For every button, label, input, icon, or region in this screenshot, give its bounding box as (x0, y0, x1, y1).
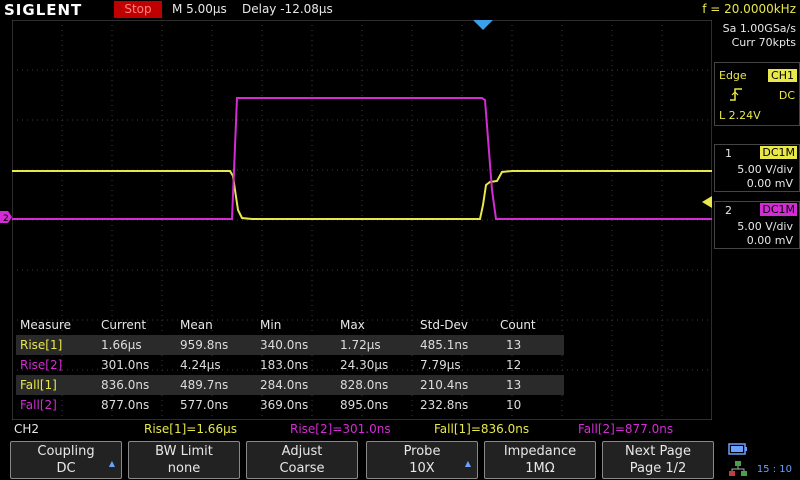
measure-stddev: 232.8ns (420, 398, 469, 412)
measure-max: 895.0ns (340, 398, 389, 412)
col-min: Min (260, 318, 282, 332)
adjust-arrow-icon: ▲ (464, 459, 471, 468)
measure-count: 13 (506, 338, 522, 352)
ch2-ground-marker-icon[interactable]: 2 (0, 211, 12, 223)
measure-stddev: 7.79μs (420, 358, 461, 372)
next-page-softkey[interactable]: Next Page Page 1/2 (602, 441, 714, 479)
status-item: Fall[1]=836.0ns (434, 422, 530, 436)
softkey-label: Impedance (503, 444, 577, 459)
trigger-type: Edge (719, 69, 747, 82)
ch1-offset: 0.00 mV (746, 177, 793, 190)
softkey-value: 10X (409, 461, 435, 476)
ch2-number: 2 (725, 204, 732, 217)
measure-min: 183.0ns (260, 358, 309, 372)
measurement-row: Fall[2] 877.0ns 577.0ns 369.0ns 895.0ns … (16, 395, 564, 415)
measurement-row: Rise[1] 1.66μs 959.8ns 340.0ns 1.72μs 48… (16, 335, 564, 355)
measure-max: 828.0ns (340, 378, 389, 392)
ch1-info-panel[interactable]: 1 DC1M 5.00 V/div 0.00 mV (714, 144, 800, 192)
measure-min: 340.0ns (260, 338, 309, 352)
top-bar: SIGLENT Stop M 5.00μs Delay -12.08μs f =… (0, 0, 800, 20)
measure-mean: 577.0ns (180, 398, 229, 412)
trigger-panel[interactable]: Edge CH1 DC L 2.24V (714, 62, 800, 126)
run-stop-indicator[interactable]: Stop (114, 1, 162, 18)
measure-current: 836.0ns (101, 378, 150, 392)
measure-name: Rise[2] (20, 358, 63, 372)
measure-current: 877.0ns (101, 398, 150, 412)
status-item: Rise[1]=1.66μs (144, 422, 237, 436)
measurement-table: Measure Current Mean Min Max Std-Dev Cou… (16, 315, 564, 415)
measurement-header-row: Measure Current Mean Min Max Std-Dev Cou… (16, 315, 564, 335)
svg-text:2: 2 (3, 214, 9, 223)
trigger-level: L 2.24V (719, 109, 761, 122)
measure-min: 284.0ns (260, 378, 309, 392)
col-mean: Mean (180, 318, 213, 332)
measurement-status-line: CH2 Rise[1]=1.66μs Rise[2]=301.0ns Fall[… (0, 420, 712, 438)
network-icon (729, 461, 747, 476)
adjust-softkey[interactable]: Adjust Coarse (246, 441, 358, 479)
measure-stddev: 485.1ns (420, 338, 469, 352)
ch2-vdiv: 5.00 V/div (737, 220, 793, 233)
acquisition-info: Sa 1.00GSa/s Curr 70kpts (723, 22, 796, 50)
status-item: Fall[2]=877.0ns (578, 422, 674, 436)
ch2-offset: 0.00 mV (746, 234, 793, 247)
measure-current: 1.66μs (101, 338, 142, 352)
ch2-coupling: DC1M (760, 203, 797, 216)
col-stddev: Std-Dev (420, 318, 468, 332)
probe-softkey[interactable]: Probe 10X ▲ (366, 441, 478, 479)
measure-current: 301.0ns (101, 358, 150, 372)
ch1-coupling: DC1M (760, 146, 797, 159)
softkey-label: Next Page (625, 444, 691, 459)
measure-name: Fall[1] (20, 378, 57, 392)
ch1-vdiv: 5.00 V/div (737, 163, 793, 176)
measure-name: Fall[2] (20, 398, 57, 412)
measure-count: 13 (506, 378, 522, 392)
softkey-label: Probe (403, 444, 441, 459)
measurement-row: Rise[2] 301.0ns 4.24μs 183.0ns 24.30μs 7… (16, 355, 564, 375)
bw-limit-softkey[interactable]: BW Limit none (128, 441, 240, 479)
measure-min: 369.0ns (260, 398, 309, 412)
softkey-label: Coupling (37, 444, 95, 459)
measure-mean: 489.7ns (180, 378, 229, 392)
measure-stddev: 210.4ns (420, 378, 469, 392)
ch1-number: 1 (725, 147, 732, 160)
trigger-source: CH1 (768, 69, 797, 82)
coupling-softkey[interactable]: Coupling DC ▲ (10, 441, 122, 479)
measure-max: 24.30μs (340, 358, 389, 372)
status-item: Rise[2]=301.0ns (290, 422, 391, 436)
softkey-value: Coarse (279, 461, 325, 476)
measure-count: 12 (506, 358, 522, 372)
softkey-value: Page 1/2 (629, 461, 687, 476)
softkey-value: none (167, 461, 201, 476)
col-max: Max (340, 318, 365, 332)
clock: 15 : 10 (756, 464, 792, 475)
trigger-coupling: DC (778, 89, 795, 102)
measure-mean: 959.8ns (180, 338, 229, 352)
softkey-label: BW Limit (155, 444, 213, 459)
col-current: Current (101, 318, 147, 332)
active-channel: CH2 (14, 422, 40, 436)
measurement-row: Fall[1] 836.0ns 489.7ns 284.0ns 828.0ns … (16, 375, 564, 395)
softkey-label: Adjust (281, 444, 323, 459)
col-count: Count (500, 318, 536, 332)
battery-icon (728, 443, 747, 455)
adjust-arrow-icon: ▲ (108, 459, 115, 468)
memory-depth: Curr 70kpts (731, 36, 796, 49)
softkey-value: DC (56, 461, 76, 476)
softkey-value: 1MΩ (525, 461, 555, 476)
measure-max: 1.72μs (340, 338, 381, 352)
sample-rate: Sa 1.00GSa/s (722, 22, 796, 35)
ch2-info-panel[interactable]: 2 DC1M 5.00 V/div 0.00 mV (714, 201, 800, 249)
measure-name: Rise[1] (20, 338, 63, 352)
brand-logo: SIGLENT (4, 1, 83, 19)
col-measure: Measure (20, 318, 71, 332)
frequency-readout: f = 20.0000kHz (702, 2, 796, 16)
measure-count: 10 (506, 398, 522, 412)
timebase-readout: M 5.00μs (172, 2, 227, 16)
impedance-softkey[interactable]: Impedance 1MΩ (484, 441, 596, 479)
rising-edge-icon (729, 87, 743, 104)
measure-mean: 4.24μs (180, 358, 221, 372)
delay-readout: Delay -12.08μs (242, 2, 333, 16)
